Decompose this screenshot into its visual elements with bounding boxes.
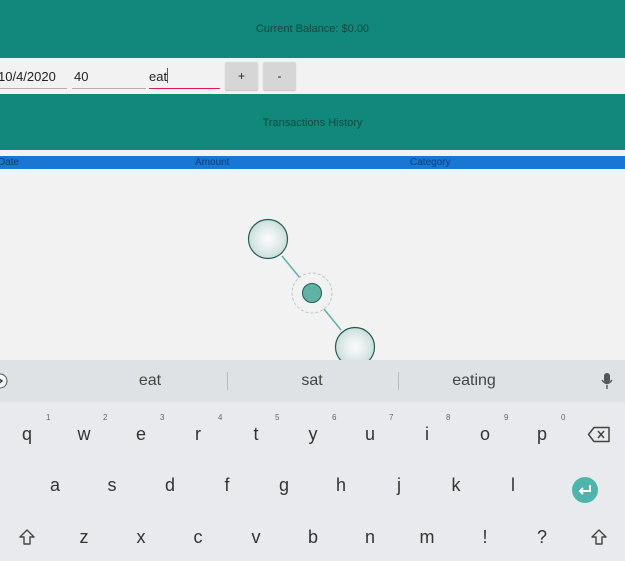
key-m[interactable]: m [407,527,447,548]
key-f[interactable]: f [207,475,247,496]
suggestion-divider [227,372,228,390]
key-exclamation[interactable]: ! [465,527,505,548]
key-n[interactable]: n [350,527,390,548]
key-g[interactable]: g [264,475,304,496]
key-c[interactable]: c [178,527,218,548]
gesture-touch-icon [247,218,289,260]
key-r[interactable]: r [178,424,218,445]
key-h[interactable]: h [321,475,361,496]
key-u[interactable]: u [350,424,390,445]
key-b[interactable]: b [293,527,333,548]
key-w[interactable]: w [64,424,104,445]
key-hint-5: 5 [275,413,280,422]
suggestion-3[interactable]: eating [419,372,529,390]
key-p[interactable]: p [522,424,562,445]
key-hint-1: 1 [46,413,51,422]
key-y[interactable]: y [293,424,333,445]
key-i[interactable]: i [407,424,447,445]
gesture-line-bottom [323,308,342,331]
backspace-icon[interactable] [587,426,611,443]
key-hint-9: 9 [504,413,509,422]
key-e[interactable]: e [121,424,161,445]
key-j[interactable]: j [379,475,419,496]
key-question[interactable]: ? [522,527,562,548]
key-t[interactable]: t [236,424,276,445]
suggestion-2[interactable]: sat [257,372,367,390]
suggestion-divider [398,372,399,390]
soft-keyboard: eat sat eating 1 2 3 4 5 6 7 8 9 0 q w e… [0,360,625,561]
key-q[interactable]: q [7,424,47,445]
suggestion-1[interactable]: eat [95,372,205,390]
gesture-line-top [281,255,301,279]
key-s[interactable]: s [92,475,132,496]
mic-icon[interactable] [600,372,614,390]
enter-icon[interactable] [571,476,599,504]
shift-icon[interactable] [18,528,36,546]
key-v[interactable]: v [236,527,276,548]
key-x[interactable]: x [121,527,161,548]
expand-arrow-icon[interactable] [0,372,10,390]
key-hint-2: 2 [103,413,108,422]
key-hint-8: 8 [446,413,451,422]
gesture-center-dot [302,283,322,303]
key-o[interactable]: o [465,424,505,445]
shift-icon[interactable] [590,528,608,546]
key-hint-0: 0 [561,413,566,422]
key-hint-7: 7 [389,413,394,422]
key-a[interactable]: a [35,475,75,496]
key-k[interactable]: k [436,475,476,496]
key-hint-6: 6 [332,413,337,422]
key-hint-4: 4 [218,413,223,422]
key-d[interactable]: d [150,475,190,496]
key-z[interactable]: z [64,527,104,548]
key-l[interactable]: l [493,475,533,496]
key-hint-3: 3 [160,413,165,422]
suggestion-strip: eat sat eating [0,360,625,402]
